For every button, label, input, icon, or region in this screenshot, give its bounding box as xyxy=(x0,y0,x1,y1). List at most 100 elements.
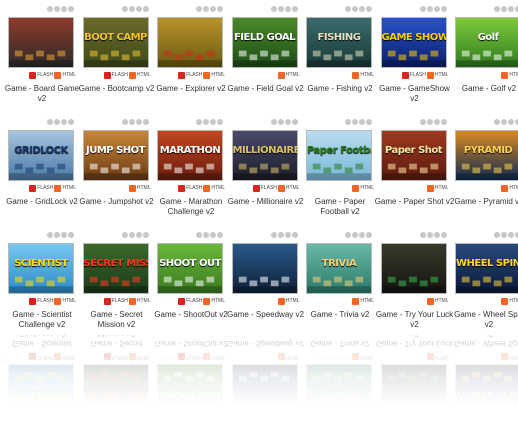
rating-stars xyxy=(345,232,372,240)
flash-label: FLASH xyxy=(260,185,277,191)
html-label: HTML xyxy=(62,72,76,78)
platform-badges: FLASH HTML xyxy=(8,69,76,81)
star-icon xyxy=(440,232,447,238)
thumbnail-title: SHOOT OUT xyxy=(159,258,221,269)
game-title-link[interactable]: Game - Explorer v2 xyxy=(151,84,231,94)
html-badge: HTML xyxy=(203,297,225,306)
game-thumbnail[interactable] xyxy=(231,243,298,294)
game-thumbnail[interactable]: MILLIONAIRE xyxy=(231,130,298,181)
game-title-link[interactable]: Game - Wheel Spin v2 xyxy=(449,310,518,330)
game-title-link[interactable]: Game - Marathon Challenge v2 xyxy=(151,197,231,217)
game-thumbnail[interactable]: Paper Shot xyxy=(380,130,447,181)
game-thumbnail[interactable] xyxy=(157,17,223,68)
html-label: HTML xyxy=(509,185,518,191)
game-thumbnail[interactable]: WHEEL SPIN xyxy=(455,243,518,294)
platform-badges: FLASH HTML xyxy=(232,182,300,194)
star-icon xyxy=(203,6,209,12)
star-icon xyxy=(210,119,216,125)
game-thumbnail[interactable]: FIELD GOAL xyxy=(231,17,298,68)
html-badge: HTML xyxy=(203,184,225,193)
star-icon xyxy=(61,6,67,12)
star-icon xyxy=(284,6,291,12)
game-thumbnail[interactable]: SECRET MISSION xyxy=(82,243,149,294)
game-title-link[interactable]: Game - Jumpshot v2 xyxy=(77,197,157,207)
game-title-link[interactable]: Game - Paper Football v2 xyxy=(300,197,380,217)
star-icon xyxy=(54,119,60,125)
game-title-link[interactable]: Game - Pyramid v2 xyxy=(449,197,518,207)
star-icon xyxy=(142,6,149,12)
star-icon xyxy=(217,232,223,238)
platform-badges: HTML xyxy=(381,182,449,194)
html-badge: HTML xyxy=(501,297,518,306)
game-thumbnail[interactable] xyxy=(380,243,447,294)
game-thumbnail[interactable]: TRIVIA xyxy=(306,243,372,294)
html-label: HTML xyxy=(434,72,449,78)
html-label: HTML xyxy=(360,298,374,304)
rating-stars xyxy=(345,6,372,14)
flash-badge: FLASH xyxy=(252,184,277,193)
html-label: HTML xyxy=(136,298,151,304)
game-title-link[interactable]: Game - Speedway v2 xyxy=(226,310,306,320)
html-badge: HTML xyxy=(352,184,374,193)
thumbnail-title: GRIDLOCK xyxy=(14,145,68,156)
game-title-link[interactable]: Game - Fishing v2 xyxy=(300,84,380,94)
star-icon xyxy=(270,232,277,238)
game-title-link[interactable]: Game - Scientist Challenge v2 xyxy=(2,310,82,330)
html5-icon xyxy=(128,184,136,192)
game-title-link[interactable]: Game - Golf v2 xyxy=(449,84,518,94)
game-thumbnail[interactable]: SHOOT OUT xyxy=(157,243,223,294)
game-thumbnail[interactable]: GAME SHOW xyxy=(380,17,447,68)
flash-badge: FLASH xyxy=(103,71,128,80)
game-title-link[interactable]: Game - Board Game v2 xyxy=(2,84,82,104)
star-icon xyxy=(419,232,426,238)
game-title-link[interactable]: Game - Millionaire v2 xyxy=(226,197,306,207)
game-thumbnail[interactable]: Golf xyxy=(455,17,518,68)
game-title-link[interactable]: Game - GridLock v2 xyxy=(2,197,82,207)
html-badge: HTML xyxy=(501,71,518,80)
game-thumbnail[interactable]: Paper Football xyxy=(306,130,372,181)
star-icon xyxy=(359,232,365,238)
star-icon xyxy=(203,232,209,238)
game-thumbnail[interactable]: GRIDLOCK xyxy=(8,130,74,181)
platform-badges: HTML xyxy=(232,295,300,307)
html5-icon xyxy=(128,297,136,305)
flash-badge: FLASH xyxy=(29,184,53,193)
game-thumbnail[interactable] xyxy=(8,17,74,68)
game-title-link[interactable]: Game - ShootOut v2 xyxy=(151,310,231,320)
game-thumbnail[interactable]: SCIENTIST xyxy=(8,243,74,294)
rating-stars xyxy=(121,232,149,240)
game-title-link[interactable]: Game - Field Goal v2 xyxy=(226,84,306,94)
star-icon xyxy=(121,6,128,12)
star-icon xyxy=(135,119,142,125)
game-title-link[interactable]: Game - GameShow v2 xyxy=(375,84,455,104)
star-icon xyxy=(128,232,135,238)
flash-label: FLASH xyxy=(37,298,54,304)
star-icon xyxy=(291,119,298,125)
game-title-link[interactable]: Game - Paper Shot v2 xyxy=(375,197,455,207)
html-label: HTML xyxy=(285,298,300,304)
game-title-link[interactable]: Game - Try Your Luck v2 xyxy=(375,310,455,330)
rating-stars xyxy=(345,119,372,127)
game-title-link[interactable]: Game - Secret Mission v2 xyxy=(77,310,157,330)
html-badge: HTML xyxy=(203,71,225,80)
flash-icon xyxy=(178,297,186,305)
thumbnail-art xyxy=(232,244,297,293)
star-icon xyxy=(217,6,223,12)
html-label: HTML xyxy=(136,72,151,78)
rating-stars xyxy=(270,119,298,127)
game-thumbnail[interactable]: PYRAMID xyxy=(455,130,518,181)
thumbnail-title: PYRAMID xyxy=(463,145,513,156)
game-thumbnail[interactable]: JUMP SHOT xyxy=(82,130,149,181)
star-icon xyxy=(359,6,365,12)
game-thumbnail[interactable]: FISHING xyxy=(306,17,372,68)
game-thumbnail[interactable]: MARATHON xyxy=(157,130,223,181)
html-badge: HTML xyxy=(277,297,300,306)
game-title-link[interactable]: Game - Trivia v2 xyxy=(300,310,380,320)
thumbnail-title: SECRET MISSION xyxy=(83,258,148,269)
rating-stars xyxy=(121,6,149,14)
game-thumbnail[interactable]: BOOT CAMP xyxy=(82,17,149,68)
html-label: HTML xyxy=(136,185,151,191)
star-icon xyxy=(284,119,291,125)
game-title-link[interactable]: Game - Bootcamp v2 xyxy=(77,84,157,94)
star-icon xyxy=(433,232,440,238)
